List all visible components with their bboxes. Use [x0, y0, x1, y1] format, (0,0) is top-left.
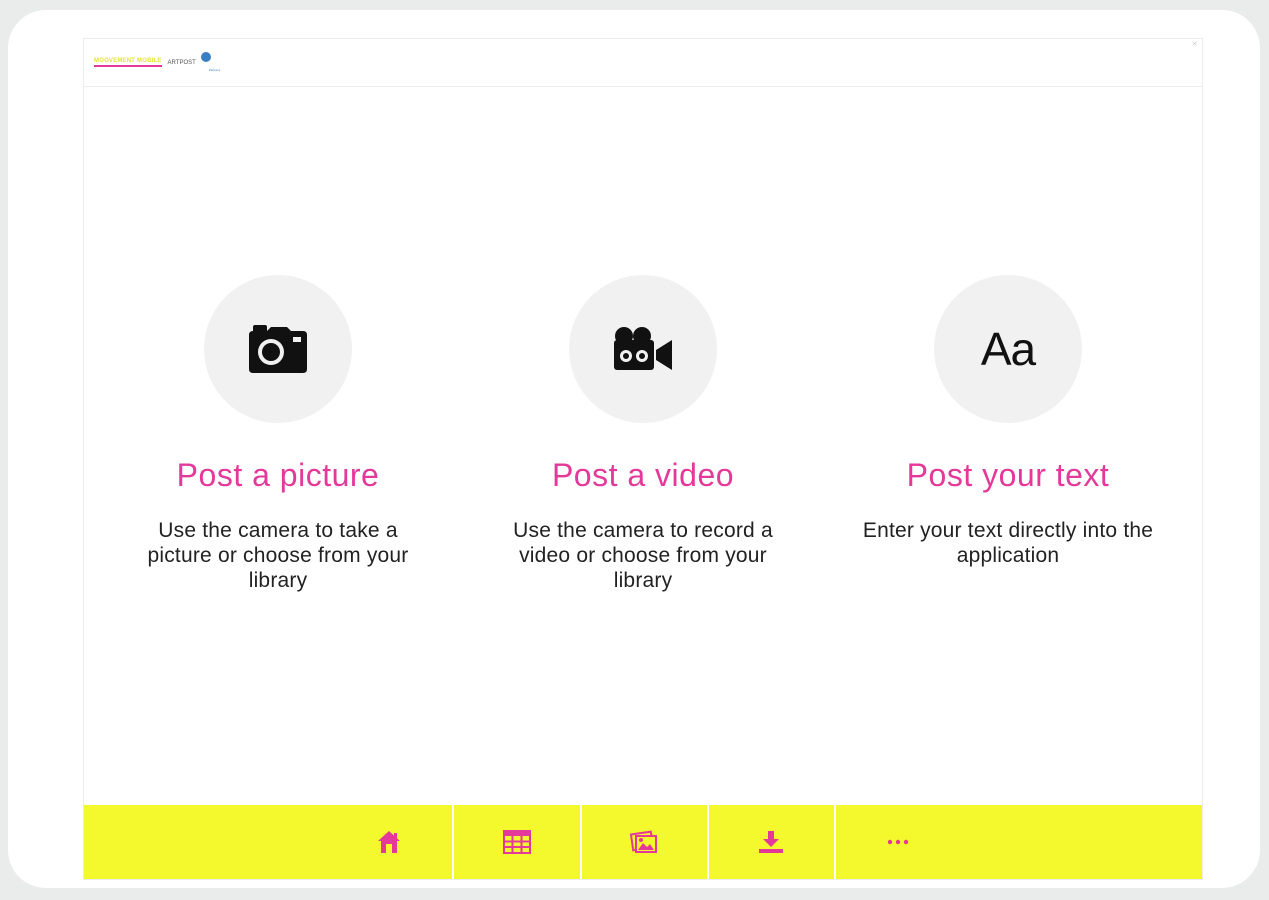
- option-description: Enter your text directly into the applic…: [862, 519, 1154, 567]
- more-icon: [887, 839, 909, 845]
- text-icon: Aa: [980, 323, 1036, 375]
- option-post-text[interactable]: Aa Post your text Enter your text direct…: [838, 275, 1178, 568]
- download-icon: [759, 831, 783, 853]
- option-title: Post your text: [906, 457, 1110, 493]
- tab-gallery[interactable]: [581, 805, 707, 879]
- partner-logo: ARTPOST: [167, 59, 196, 66]
- partner-logo-caption: Partners: [208, 67, 221, 72]
- tab-home[interactable]: [326, 805, 452, 879]
- option-title: Post a picture: [176, 457, 380, 493]
- tab-download[interactable]: [708, 805, 834, 879]
- video-camera-icon: [614, 327, 672, 370]
- text-icon-circle[interactable]: Aa: [934, 275, 1082, 423]
- picture-icon-circle[interactable]: [204, 275, 352, 423]
- bottom-tab-bar: [84, 805, 1202, 879]
- grid-icon: [503, 830, 531, 854]
- device-frame: MOOVEMENT MOBILE ARTPOST Partners × Post…: [8, 10, 1260, 888]
- home-icon: [378, 831, 400, 853]
- video-icon-circle[interactable]: [569, 275, 717, 423]
- close-icon[interactable]: ×: [1191, 39, 1198, 48]
- option-description: Use the camera to take a picture or choo…: [147, 519, 409, 592]
- brand-logo: MOOVEMENT MOBILE: [94, 58, 162, 67]
- globe-logo-icon: [200, 51, 211, 62]
- option-post-picture[interactable]: Post a picture Use the camera to take a …: [108, 275, 448, 593]
- option-post-video[interactable]: Post a video Use the camera to record a …: [473, 275, 813, 593]
- gallery-icon: [630, 830, 657, 853]
- app-header: MOOVEMENT MOBILE ARTPOST Partners ×: [84, 39, 1202, 87]
- tab-grid[interactable]: [454, 805, 580, 879]
- camera-icon: [249, 325, 307, 373]
- option-description: Use the camera to record a video or choo…: [513, 519, 773, 592]
- app-screen: MOOVEMENT MOBILE ARTPOST Partners × Post…: [83, 38, 1203, 880]
- option-title: Post a video: [551, 457, 735, 493]
- tab-more[interactable]: [835, 805, 961, 879]
